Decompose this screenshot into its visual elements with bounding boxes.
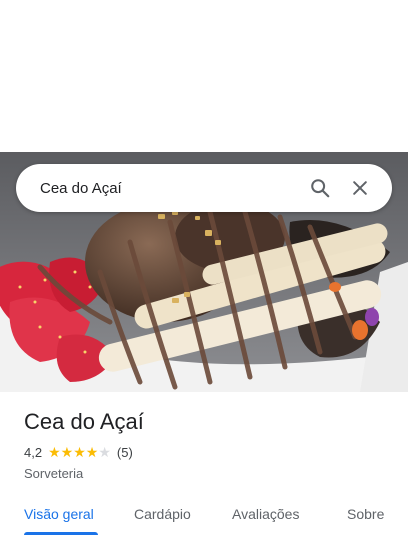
star-rating: ★ ★ ★ ★ ★: [48, 445, 111, 459]
star-filled-icon: ★: [85, 444, 99, 460]
search-bar[interactable]: Cea do Açaí: [16, 164, 392, 212]
star-filled-icon: ★: [73, 444, 86, 460]
star-filled-icon: ★: [60, 444, 74, 460]
place-info: Cea do Açaí 4,2 ★ ★ ★ ★ ★ (5) Sorveteria: [24, 404, 394, 484]
tab-reviews[interactable]: Avaliações: [232, 494, 299, 534]
search-icon[interactable]: [300, 168, 340, 208]
rating-row[interactable]: 4,2 ★ ★ ★ ★ ★ (5): [24, 442, 394, 462]
tab-overview[interactable]: Visão geral: [24, 494, 94, 534]
map-blank-area: [0, 0, 408, 152]
place-category[interactable]: Sorveteria: [24, 464, 394, 484]
tab-menu[interactable]: Cardápio: [134, 494, 191, 534]
search-input[interactable]: Cea do Açaí: [40, 180, 300, 197]
tab-about[interactable]: Sobre: [347, 494, 384, 534]
star-filled-icon: ★: [48, 444, 61, 460]
place-tabs: Visão geral Cardápio Avaliações Sobre: [0, 494, 408, 538]
review-count[interactable]: (5): [117, 445, 133, 460]
star-empty-icon: ★: [98, 444, 111, 460]
place-name: Cea do Açaí: [24, 409, 144, 434]
active-tab-indicator: [24, 532, 98, 535]
close-icon[interactable]: [340, 168, 380, 208]
rating-value: 4,2: [24, 444, 43, 460]
